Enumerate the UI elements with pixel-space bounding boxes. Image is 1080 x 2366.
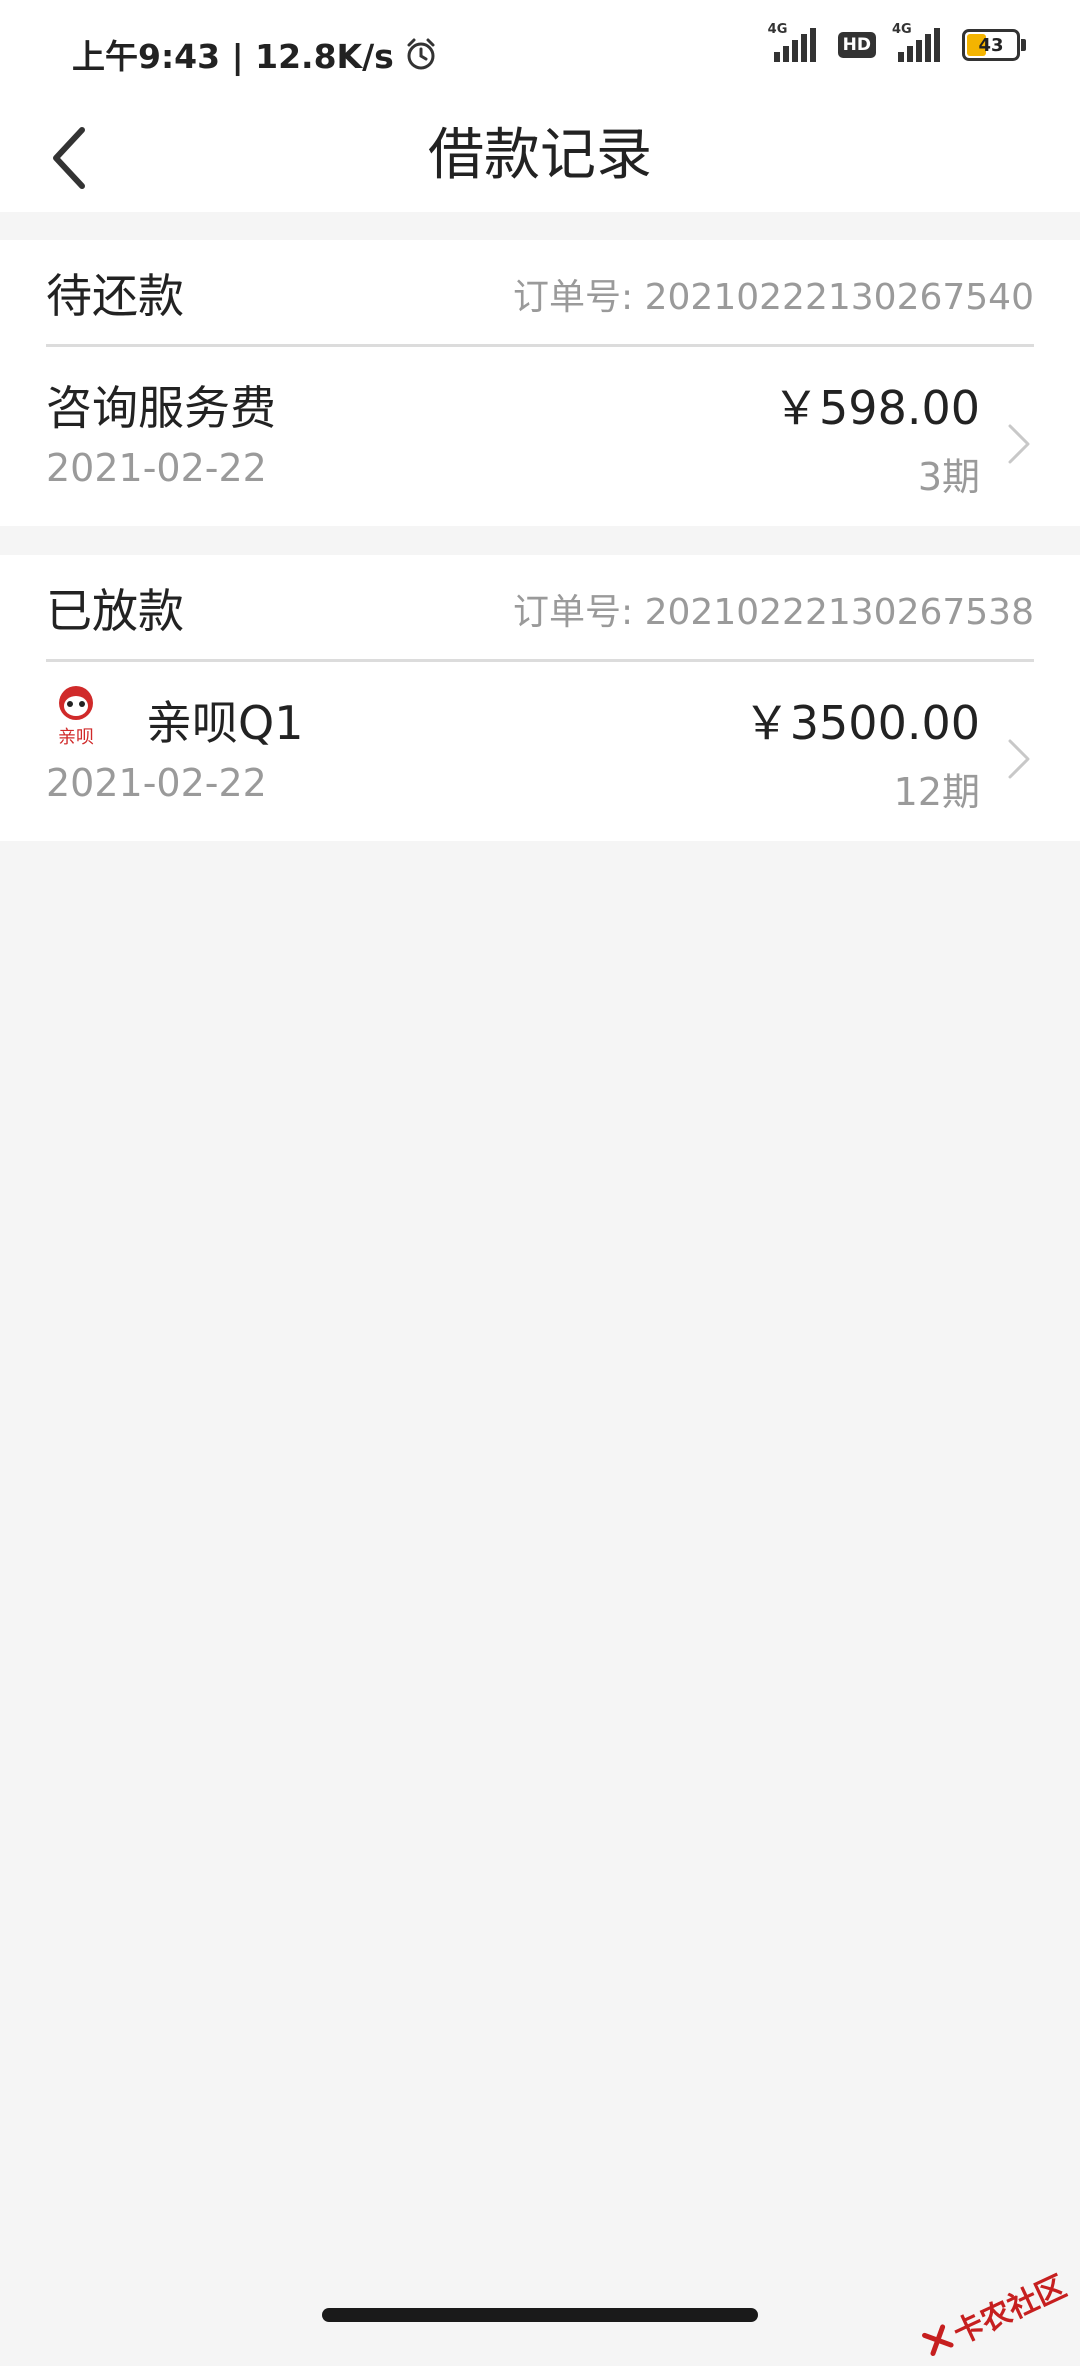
signal-icon-2: 4G [892, 22, 940, 62]
record-header: 已放款 订单号: 20210222130267538 [46, 555, 1034, 662]
record-date: 2021-02-22 [46, 761, 267, 805]
alarm-icon [407, 38, 435, 70]
panda-icon: 亲呗 [58, 686, 94, 748]
record-row[interactable]: 咨询服务费 2021-02-22 ￥598.00 3期 [0, 344, 1080, 526]
network-type-label: 4G [767, 22, 788, 37]
record-status: 待还款 [46, 269, 184, 323]
chevron-right-icon [1008, 424, 1030, 464]
order-number: 订单号: 20210222130267540 [513, 277, 1034, 318]
logo-text: 亲呗 [58, 727, 94, 747]
watermark-text: 卡农社区 [948, 2269, 1072, 2352]
record-date: 2021-02-22 [46, 446, 267, 490]
status-left: 上午9:43 | 12.8K/s [72, 30, 438, 78]
record-header: 待还款 订单号: 20210222130267540 [46, 240, 1034, 347]
page-title: 借款记录 [428, 123, 652, 188]
loan-record-card: 已放款 订单号: 20210222130267538 亲呗 亲呗Q1 2021-… [0, 555, 1080, 841]
record-status: 已放款 [46, 584, 184, 638]
order-number: 订单号: 20210222130267538 [513, 592, 1034, 633]
nav-bar: 借款记录 [0, 100, 1080, 212]
battery-icon: 43 [962, 29, 1026, 61]
loan-record-card: 待还款 订单号: 20210222130267540 咨询服务费 2021-02… [0, 240, 1080, 526]
record-name: 亲呗Q1 [146, 696, 304, 750]
battery-level: 43 [978, 34, 1004, 56]
watermark: 卡农社区 [916, 2262, 1072, 2366]
chevron-right-icon [1008, 739, 1030, 779]
home-indicator[interactable] [322, 2308, 758, 2322]
record-name: 咨询服务费 [46, 381, 276, 435]
network-type-label-2: 4G [892, 22, 912, 37]
record-amount: ￥3500.00 [743, 696, 980, 750]
record-term: 3期 [917, 455, 980, 499]
status-bar: 上午9:43 | 12.8K/s 4G HD 4G 43 [0, 0, 1080, 100]
record-term: 12期 [893, 770, 980, 814]
qinbei-logo: 亲呗 [46, 683, 106, 748]
hd-voice-badge: HD [837, 32, 876, 58]
record-amount: ￥598.00 [773, 381, 980, 435]
status-time-speed: 上午9:43 | 12.8K/s [72, 37, 394, 76]
signal-icon: 4G [768, 22, 816, 62]
status-right: 4G HD 4G 43 [768, 22, 1026, 62]
record-row[interactable]: 亲呗 亲呗Q1 2021-02-22 ￥3500.00 12期 [0, 659, 1080, 841]
